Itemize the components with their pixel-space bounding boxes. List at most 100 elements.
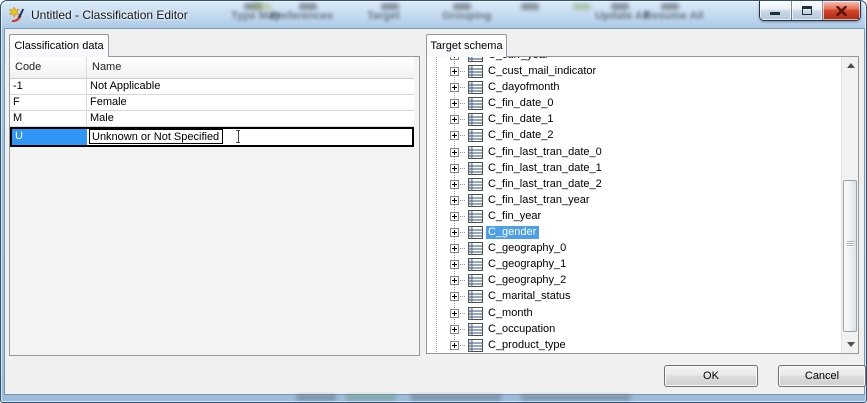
tab-classification-data[interactable]: Classification data (9, 34, 109, 57)
tree-item-label[interactable]: C_cust_mail_indicator (486, 65, 599, 78)
tree-item-label[interactable]: C_fin_date_0 (486, 97, 556, 110)
background-toolbar-icon-blur (661, 3, 679, 10)
table-icon (468, 258, 483, 271)
scrollbar-thumb[interactable] (843, 180, 857, 332)
tree-item[interactable]: C_geography_1 (427, 257, 839, 273)
background-toolbar-icon-blur (381, 3, 399, 10)
inline-edit-input[interactable]: Unknown or Not Specified (89, 129, 223, 144)
tree-item[interactable]: C_month (427, 306, 839, 322)
maximize-button[interactable] (792, 1, 824, 20)
plus-expand-icon[interactable] (450, 341, 459, 350)
plus-expand-icon[interactable] (450, 83, 459, 92)
scroll-up-button[interactable] (842, 57, 859, 74)
tree-item[interactable]: C_fin_last_tran_date_0 (427, 145, 839, 161)
tree-item[interactable]: C_fin_year (427, 209, 839, 225)
plus-expand-icon[interactable] (450, 260, 459, 269)
tree-item[interactable]: C_gender (427, 225, 839, 241)
plus-expand-icon[interactable] (450, 115, 459, 124)
vertical-scrollbar[interactable] (841, 57, 858, 353)
cell-name[interactable]: Female (87, 95, 414, 110)
cell-code[interactable]: F (10, 95, 87, 110)
titlebar[interactable]: Type MapPreferencesTargetGroupingUpdate … (1, 1, 866, 29)
plus-expand-icon[interactable] (450, 180, 459, 189)
plus-expand-icon[interactable] (450, 67, 459, 76)
tree-item-label[interactable]: C_month (486, 307, 536, 320)
tree-item[interactable]: C_fin_date_1 (427, 112, 839, 128)
tree-item-label[interactable]: C_fin_last_tran_date_2 (486, 178, 605, 191)
tree-item-label[interactable]: C_fin_date_1 (486, 113, 556, 126)
background-toolbar-icon-blur (521, 3, 539, 10)
tree-item[interactable]: C_dayofmonth (427, 80, 839, 96)
tree-connector-line (460, 280, 466, 281)
tree-connector-line (460, 135, 466, 136)
tree-item[interactable]: C_fin_last_tran_date_1 (427, 161, 839, 177)
tree-item-label[interactable]: C_fin_last_tran_date_0 (486, 146, 605, 159)
tree-item[interactable]: C_product_type (427, 338, 839, 354)
tree-item[interactable]: C_curr_year (427, 56, 839, 64)
tree-item-label[interactable]: C_geography_0 (486, 242, 569, 255)
column-header-name[interactable]: Name (87, 57, 414, 78)
cell-code-selected[interactable]: U (12, 129, 87, 145)
tree-item[interactable]: C_fin_date_0 (427, 96, 839, 112)
tree-item[interactable]: C_marital_status (427, 289, 839, 305)
classification-editor-window: Type MapPreferencesTargetGroupingUpdate … (0, 0, 867, 403)
tree-item-label[interactable]: C_product_type (486, 339, 569, 352)
plus-expand-icon[interactable] (450, 196, 459, 205)
plus-expand-icon[interactable] (450, 212, 459, 221)
tree-item-label[interactable]: C_dayofmonth (486, 81, 563, 94)
cell-name-editing[interactable]: Unknown or Not Specified (87, 129, 412, 145)
plus-expand-icon[interactable] (450, 244, 459, 253)
table-icon (468, 210, 483, 223)
table-icon (468, 65, 483, 78)
plus-expand-icon[interactable] (450, 228, 459, 237)
tree-item[interactable]: C_geography_0 (427, 241, 839, 257)
table-row-editing[interactable]: U Unknown or Not Specified (10, 127, 414, 147)
tree-item-label[interactable]: C_geography_2 (486, 274, 569, 287)
tree-item-label[interactable]: C_fin_year (486, 210, 544, 223)
tree-item-label[interactable]: C_geography_1 (486, 258, 569, 271)
cell-name[interactable]: Male (87, 111, 414, 126)
table-header: Code Name (10, 57, 414, 79)
tree-item[interactable]: C_fin_date_2 (427, 128, 839, 144)
close-button[interactable] (823, 1, 860, 20)
background-toolbar-icon-blur (253, 3, 271, 10)
tree-item-label[interactable]: C_fin_last_tran_date_1 (486, 162, 605, 175)
minimize-button[interactable] (760, 1, 792, 20)
table-row[interactable]: -1 Not Applicable (10, 79, 414, 95)
tree-item[interactable]: C_occupation (427, 322, 839, 338)
tree-item-label[interactable]: C_fin_last_tran_year (486, 194, 593, 207)
cell-code[interactable]: M (10, 111, 87, 126)
plus-expand-icon[interactable] (450, 292, 459, 301)
table-row[interactable]: F Female (10, 95, 414, 111)
bottom-frame-blur (346, 395, 396, 400)
tree-connector-line (460, 264, 466, 265)
plus-expand-icon[interactable] (450, 99, 459, 108)
ok-button[interactable]: OK (664, 365, 758, 387)
tree-item-label[interactable]: C_marital_status (486, 290, 574, 303)
table-icon (468, 339, 483, 352)
bottom-frame-blur (296, 395, 336, 400)
plus-expand-icon[interactable] (450, 148, 459, 157)
plus-expand-icon[interactable] (450, 325, 459, 334)
tree-item[interactable]: C_geography_2 (427, 273, 839, 289)
table-icon (468, 323, 483, 336)
plus-expand-icon[interactable] (450, 276, 459, 285)
column-header-code[interactable]: Code (10, 57, 87, 78)
plus-expand-icon[interactable] (450, 164, 459, 173)
table-row[interactable]: M Male (10, 111, 414, 127)
tree-item[interactable]: C_fin_last_tran_year (427, 193, 839, 209)
cell-code[interactable]: -1 (10, 79, 87, 94)
table-icon (468, 129, 483, 142)
scroll-down-button[interactable] (842, 336, 859, 353)
cancel-button[interactable]: Cancel (778, 365, 866, 387)
tree-item-label[interactable]: C_fin_date_2 (486, 129, 556, 142)
plus-expand-icon[interactable] (450, 309, 459, 318)
tree-item[interactable]: C_cust_mail_indicator (427, 64, 839, 80)
classification-data-panel: Code Name -1 Not Applicable F Female M M… (9, 56, 420, 356)
tab-target-schema[interactable]: Target schema (426, 34, 507, 57)
plus-expand-icon[interactable] (450, 131, 459, 140)
tree-item-label[interactable]: C_occupation (486, 323, 558, 336)
tree-item-label[interactable]: C_gender (486, 226, 539, 239)
tree-item[interactable]: C_fin_last_tran_date_2 (427, 177, 839, 193)
cell-name[interactable]: Not Applicable (87, 79, 414, 94)
